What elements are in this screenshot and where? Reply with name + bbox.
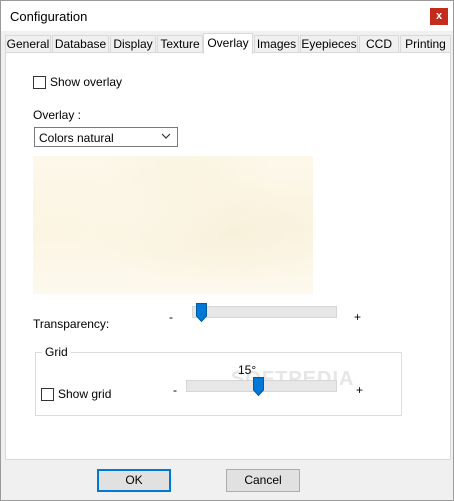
transparency-max-label: + <box>354 310 362 324</box>
grid-value-label: 15° <box>238 363 257 377</box>
grid-group-title: Grid <box>42 345 71 359</box>
grid-min-label: - <box>173 383 177 397</box>
tab-texture[interactable]: Texture <box>157 35 203 53</box>
transparency-label: Transparency: <box>33 317 110 331</box>
transparency-slider-track[interactable] <box>192 306 337 318</box>
tab-display[interactable]: Display <box>110 35 156 53</box>
overlay-preview-image <box>33 156 313 294</box>
tab-eyepieces[interactable]: Eyepieces <box>300 35 358 53</box>
tab-strip: General Database Display Texture Overlay… <box>5 33 451 54</box>
overlay-label: Overlay : <box>33 108 82 122</box>
chevron-down-icon <box>161 133 171 139</box>
show-grid-label: Show grid <box>58 387 112 401</box>
ok-button[interactable]: OK <box>97 469 171 492</box>
cancel-button[interactable]: Cancel <box>226 469 300 492</box>
overlay-select[interactable]: Colors natural <box>34 127 178 147</box>
close-button[interactable]: x <box>430 8 448 25</box>
tab-images[interactable]: Images <box>254 35 299 53</box>
tab-printing[interactable]: Printing <box>400 35 451 53</box>
tab-database[interactable]: Database <box>52 35 109 53</box>
window-title: Configuration <box>10 9 88 24</box>
transparency-min-label: - <box>169 310 173 324</box>
show-overlay-label: Show overlay <box>50 75 123 89</box>
overlay-panel: Show overlay Overlay : Colors natural Tr… <box>5 52 451 460</box>
tab-overlay[interactable]: Overlay <box>203 33 253 54</box>
grid-groupbox: Grid 15° Show grid - + <box>35 345 402 416</box>
tab-ccd[interactable]: CCD <box>359 35 399 53</box>
show-overlay-checkbox[interactable] <box>33 76 46 89</box>
transparency-slider-thumb[interactable] <box>196 303 208 322</box>
show-grid-checkbox[interactable] <box>41 388 54 401</box>
tab-general[interactable]: General <box>5 35 51 53</box>
grid-max-label: + <box>356 383 364 397</box>
configuration-window: Configuration x General Database Display… <box>0 0 454 501</box>
grid-slider-thumb[interactable] <box>253 377 265 396</box>
title-bar: Configuration x <box>1 1 453 31</box>
overlay-select-value: Colors natural <box>39 131 114 145</box>
